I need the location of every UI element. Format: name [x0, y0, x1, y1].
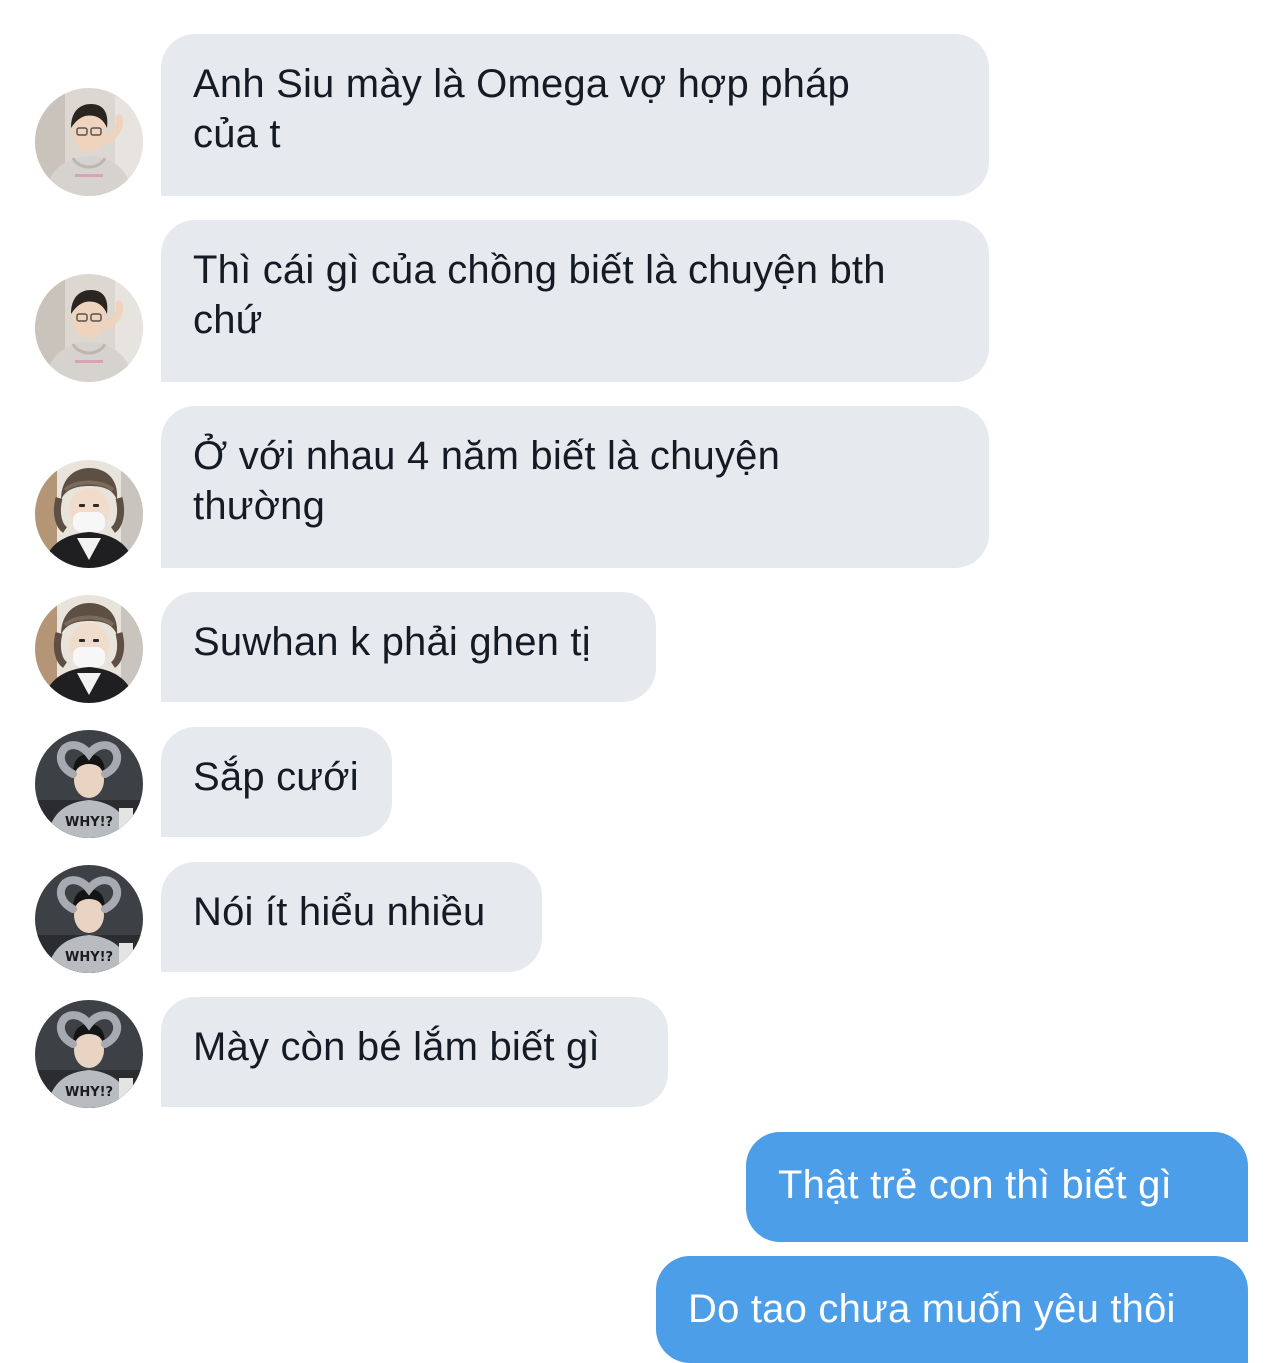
sender-avatar[interactable] — [35, 595, 143, 703]
avatar-heart-pose — [35, 730, 143, 838]
outgoing-message-bubble[interactable]: Do tao chưa muốn yêu thôi — [656, 1256, 1248, 1363]
incoming-message-bubble[interactable]: Suwhan k phải ghen tị — [161, 592, 656, 702]
incoming-message-bubble[interactable]: Mày còn bé lắm biết gì — [161, 997, 668, 1107]
sender-avatar[interactable] — [35, 460, 143, 568]
sender-avatar[interactable] — [35, 1000, 143, 1108]
sender-avatar[interactable] — [35, 865, 143, 973]
avatar-fur-hat-mask — [35, 460, 143, 568]
avatar-heart-pose — [35, 865, 143, 973]
sender-avatar[interactable] — [35, 274, 143, 382]
incoming-message-bubble[interactable]: Ở với nhau 4 năm biết là chuyện thường — [161, 406, 989, 568]
incoming-message-bubble[interactable]: Thì cái gì của chồng biết là chuyện bth … — [161, 220, 989, 382]
incoming-message-bubble[interactable]: Anh Siu mày là Omega vợ hợp pháp của t — [161, 34, 989, 196]
incoming-message-bubble[interactable]: Nói ít hiểu nhiều — [161, 862, 542, 972]
avatar-fur-hat-mask — [35, 595, 143, 703]
sender-avatar[interactable] — [35, 730, 143, 838]
sender-avatar[interactable] — [35, 88, 143, 196]
incoming-message-bubble[interactable]: Sắp cưới — [161, 727, 392, 837]
avatar-hoodie-glasses — [35, 274, 143, 382]
avatar-hoodie-glasses — [35, 88, 143, 196]
avatar-heart-pose — [35, 1000, 143, 1108]
outgoing-message-bubble[interactable]: Thật trẻ con thì biết gì — [746, 1132, 1248, 1242]
